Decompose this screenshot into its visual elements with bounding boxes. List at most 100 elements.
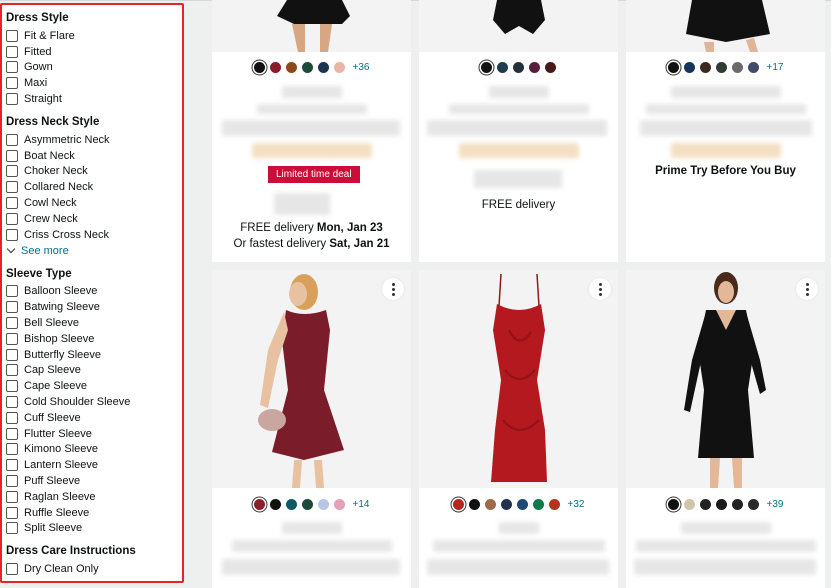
color-swatch[interactable]: [253, 62, 265, 73]
checkbox[interactable]: [6, 228, 18, 241]
color-swatch[interactable]: [532, 499, 544, 510]
sleeve-type-option[interactable]: Puff Sleeve: [2, 473, 182, 489]
color-swatch[interactable]: [667, 62, 679, 73]
checkbox[interactable]: [6, 212, 18, 225]
checkbox[interactable]: [6, 332, 18, 345]
product-card[interactable]: FREE delivery: [419, 0, 618, 262]
checkbox[interactable]: [6, 475, 18, 488]
color-swatch[interactable]: [516, 499, 528, 510]
neck-style-option[interactable]: Criss Cross Neck: [2, 227, 182, 243]
neck-style-option[interactable]: Choker Neck: [2, 164, 182, 180]
color-swatch[interactable]: [285, 62, 297, 73]
sleeve-type-option[interactable]: Cold Shoulder Sleeve: [2, 394, 182, 410]
checkbox[interactable]: [6, 45, 18, 58]
color-swatch[interactable]: [731, 499, 743, 510]
checkbox[interactable]: [6, 301, 18, 314]
checkbox[interactable]: [6, 181, 18, 194]
color-swatch[interactable]: [269, 499, 281, 510]
color-swatch[interactable]: [484, 499, 496, 510]
neck-style-option[interactable]: Crew Neck: [2, 211, 182, 227]
color-swatch[interactable]: [468, 499, 480, 510]
product-image[interactable]: [626, 270, 825, 488]
more-colors-link[interactable]: +36: [353, 62, 370, 73]
checkbox[interactable]: [6, 459, 18, 472]
color-swatch[interactable]: [513, 62, 524, 73]
checkbox[interactable]: [6, 285, 18, 298]
product-image[interactable]: [212, 270, 411, 488]
color-swatch[interactable]: [452, 499, 464, 510]
neck-style-option[interactable]: Asymmetric Neck: [2, 132, 182, 148]
more-colors-link[interactable]: +32: [568, 499, 585, 510]
color-swatch[interactable]: [301, 62, 313, 73]
sleeve-type-option[interactable]: Batwing Sleeve: [2, 299, 182, 315]
sleeve-type-option[interactable]: Bell Sleeve: [2, 315, 182, 331]
see-more-link[interactable]: See more: [2, 243, 182, 259]
checkbox[interactable]: [6, 61, 18, 74]
color-swatch[interactable]: [731, 62, 743, 73]
sleeve-type-option[interactable]: Lantern Sleeve: [2, 457, 182, 473]
checkbox[interactable]: [6, 317, 18, 330]
product-image[interactable]: [419, 0, 618, 52]
product-image[interactable]: [419, 270, 618, 488]
color-swatch[interactable]: [317, 62, 329, 73]
checkbox[interactable]: [6, 443, 18, 456]
color-swatch[interactable]: [747, 62, 759, 73]
more-colors-link[interactable]: +14: [353, 499, 370, 510]
more-options-icon[interactable]: [589, 278, 611, 300]
color-swatch[interactable]: [529, 62, 540, 73]
color-swatch[interactable]: [500, 499, 512, 510]
sleeve-type-option[interactable]: Raglan Sleeve: [2, 489, 182, 505]
color-swatch[interactable]: [715, 62, 727, 73]
color-swatch[interactable]: [269, 62, 281, 73]
dress-style-option[interactable]: Fit & Flare: [2, 28, 182, 44]
sleeve-type-option[interactable]: Ruffle Sleeve: [2, 505, 182, 521]
product-card[interactable]: +17 Prime Try Before You Buy: [626, 0, 825, 262]
sleeve-type-option[interactable]: Split Sleeve: [2, 521, 182, 537]
color-swatch[interactable]: [317, 499, 329, 510]
more-options-icon[interactable]: [796, 278, 818, 300]
color-swatch[interactable]: [285, 499, 297, 510]
checkbox[interactable]: [6, 165, 18, 178]
product-card[interactable]: +32: [419, 270, 618, 588]
color-swatch[interactable]: [253, 499, 265, 510]
checkbox[interactable]: [6, 197, 18, 210]
sleeve-type-option[interactable]: Kimono Sleeve: [2, 442, 182, 458]
checkbox[interactable]: [6, 364, 18, 377]
product-card[interactable]: +36 Limited time deal FREE delivery Mon,…: [212, 0, 411, 262]
checkbox[interactable]: [6, 93, 18, 106]
sleeve-type-option[interactable]: Cap Sleeve: [2, 363, 182, 379]
more-colors-link[interactable]: +17: [767, 62, 784, 73]
neck-style-option[interactable]: Boat Neck: [2, 148, 182, 164]
color-swatch[interactable]: [333, 62, 345, 73]
dress-style-option[interactable]: Fitted: [2, 44, 182, 60]
color-swatch[interactable]: [699, 499, 711, 510]
checkbox[interactable]: [6, 29, 18, 42]
product-card[interactable]: +39: [626, 270, 825, 588]
color-swatch[interactable]: [548, 499, 560, 510]
neck-style-option[interactable]: Collared Neck: [2, 179, 182, 195]
color-swatch[interactable]: [481, 62, 492, 73]
sleeve-type-option[interactable]: Butterfly Sleeve: [2, 347, 182, 363]
color-swatch[interactable]: [683, 62, 695, 73]
more-colors-link[interactable]: +39: [767, 499, 784, 510]
color-swatch[interactable]: [667, 499, 679, 510]
product-card[interactable]: +14: [212, 270, 411, 588]
checkbox[interactable]: [6, 348, 18, 361]
checkbox[interactable]: [6, 490, 18, 503]
color-swatch[interactable]: [747, 499, 759, 510]
checkbox[interactable]: [6, 522, 18, 535]
more-options-icon[interactable]: [382, 278, 404, 300]
color-swatch[interactable]: [715, 499, 727, 510]
checkbox[interactable]: [6, 133, 18, 146]
sleeve-type-option[interactable]: Balloon Sleeve: [2, 284, 182, 300]
product-image[interactable]: [212, 0, 411, 52]
checkbox[interactable]: [6, 77, 18, 90]
checkbox[interactable]: [6, 411, 18, 424]
color-swatch[interactable]: [545, 62, 556, 73]
dress-style-option[interactable]: Gown: [2, 60, 182, 76]
color-swatch[interactable]: [699, 62, 711, 73]
sleeve-type-option[interactable]: Flutter Sleeve: [2, 426, 182, 442]
care-instruction-option[interactable]: Dry Clean Only: [2, 561, 182, 577]
color-swatch[interactable]: [333, 499, 345, 510]
color-swatch[interactable]: [497, 62, 508, 73]
